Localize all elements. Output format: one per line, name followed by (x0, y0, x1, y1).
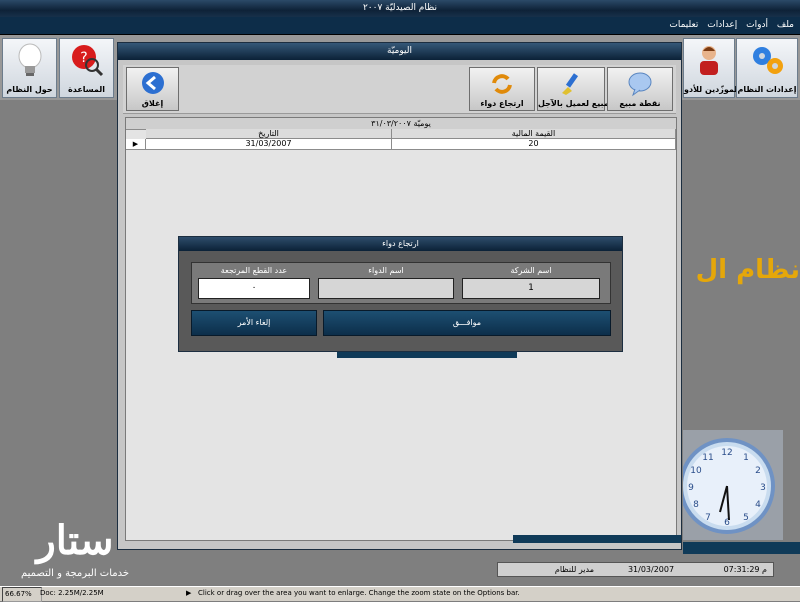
gears-icon (749, 43, 785, 80)
doc-size: Doc: 2.25M/2.25M (40, 589, 104, 597)
svg-text:ستار: ستار (33, 517, 113, 565)
status-bar: 07:31:29 م 31/03/2007 مدير للنظام (497, 562, 774, 577)
table-cell-date[interactable]: 31/03/2007 (146, 139, 392, 150)
qty-label: عدد القطع المرتجعة (220, 266, 288, 275)
help-label: المساعدة (67, 85, 106, 94)
system-settings-button[interactable]: إعدادات النظام (736, 38, 798, 98)
help-magnifier-icon: ? (70, 43, 104, 80)
company-name-field[interactable]: 1 (462, 278, 600, 299)
daily-toolbar: إغلاق ارتجاع دواء مبيع لعميل بالآجل نقطة… (123, 65, 676, 114)
menu-file[interactable]: ملف (777, 20, 794, 30)
suppliers-label: الموزّدين للأدو (684, 85, 740, 94)
paintbrush-icon (558, 71, 584, 100)
svg-text:11: 11 (702, 453, 713, 463)
lightbulb-icon (15, 43, 45, 80)
app-title: نظام الصيدليّة ٢٠٠٧ (362, 3, 438, 13)
svg-text:1: 1 (743, 453, 749, 463)
credit-sale-label: مبيع لعميل بالآجل (538, 99, 609, 108)
viewer-status-bar: 66.67% Doc: 2.25M/2.25M ▶ Click or drag … (0, 586, 800, 602)
menu-bar: ملف أدوات إعدادات تعليمات (0, 17, 800, 35)
return-drug-label: ارتجاع دواء (480, 99, 524, 108)
svg-text:4: 4 (755, 500, 761, 510)
ok-button[interactable]: موافـــق (323, 310, 611, 336)
clock-panel: 12 1 2 3 4567 8 9 10 11 (679, 430, 783, 540)
play-arrow-icon[interactable]: ▶ (186, 587, 191, 600)
menu-settings[interactable]: إعدادات (707, 20, 737, 30)
speech-bubble-icon (627, 71, 653, 100)
menu-tools[interactable]: أدوات (746, 20, 768, 30)
close-button[interactable]: إغلاق (126, 67, 179, 111)
daily-decor-strip (513, 535, 681, 543)
return-drug-button[interactable]: ارتجاع دواء (469, 67, 535, 111)
hint-text: Click or drag over the area you want to … (198, 589, 520, 597)
status-user: مدير للنظام (554, 565, 594, 574)
credit-sale-button[interactable]: مبيع لعميل بالآجل (537, 67, 609, 111)
svg-text:7: 7 (705, 513, 711, 523)
company-logo: ستار خدمات البرمجة و التصميم (15, 508, 133, 586)
back-arrow-icon (141, 71, 165, 98)
company-name-label: اسم الشركة (510, 266, 552, 275)
svg-text:12: 12 (721, 448, 732, 458)
status-date: 31/03/2007 (627, 565, 675, 574)
return-drug-dialog: ارتجاع دواء عدد القطع المرتجعة اسم الدوا… (178, 236, 623, 352)
user-icon (696, 43, 722, 80)
svg-text:5: 5 (743, 513, 749, 523)
svg-text:10: 10 (690, 466, 702, 476)
row-selector-icon[interactable]: ▶ (126, 139, 146, 150)
daily-window-title: اليوميّة (118, 43, 681, 60)
cancel-button[interactable]: إلغاء الأمر (191, 310, 317, 336)
status-time: 07:31:29 م (723, 565, 767, 574)
help-button[interactable]: ? المساعدة (59, 38, 114, 98)
refresh-icon (489, 71, 515, 100)
returned-qty-field[interactable]: ٠ (198, 278, 310, 299)
about-button[interactable]: حول النظام (2, 38, 57, 98)
close-label: إغلاق (141, 99, 164, 108)
drug-name-field[interactable] (318, 278, 454, 299)
svg-text:2: 2 (755, 466, 761, 476)
dialog-decor-strip (337, 352, 517, 358)
point-of-sale-button[interactable]: نقطة مبيع (607, 67, 673, 111)
menu-help[interactable]: تعليمات (669, 20, 698, 30)
svg-text:خدمات البرمجة و التصميم: خدمات البرمجة و التصميم (21, 568, 129, 579)
suppliers-button[interactable]: الموزّدين للأدو (683, 38, 740, 98)
dialog-fields-panel: عدد القطع المرتجعة اسم الدواء اسم الشركة… (191, 262, 611, 304)
table-cell-amount[interactable]: 20 (392, 139, 676, 150)
system-settings-label: إعدادات النظام (737, 85, 797, 94)
dialog-title: ارتجاع دواء (179, 237, 622, 251)
analog-clock-icon: 12 123 4567 891011 (679, 438, 775, 534)
app-title-bar: نظام الصيدليّة ٢٠٠٧ (0, 0, 800, 17)
about-label: حول النظام (6, 85, 53, 94)
decor-strip (683, 542, 800, 554)
svg-text:9: 9 (688, 483, 694, 493)
column-header-amount[interactable]: القيمة المالية (392, 129, 676, 139)
banner-text: نظام ال (695, 255, 800, 285)
column-header-date[interactable]: التاريخ (146, 129, 392, 139)
drug-name-label: اسم الدواء (368, 266, 404, 275)
svg-text:8: 8 (693, 500, 699, 510)
point-of-sale-label: نقطة مبيع (619, 99, 661, 108)
svg-text:3: 3 (760, 483, 766, 493)
